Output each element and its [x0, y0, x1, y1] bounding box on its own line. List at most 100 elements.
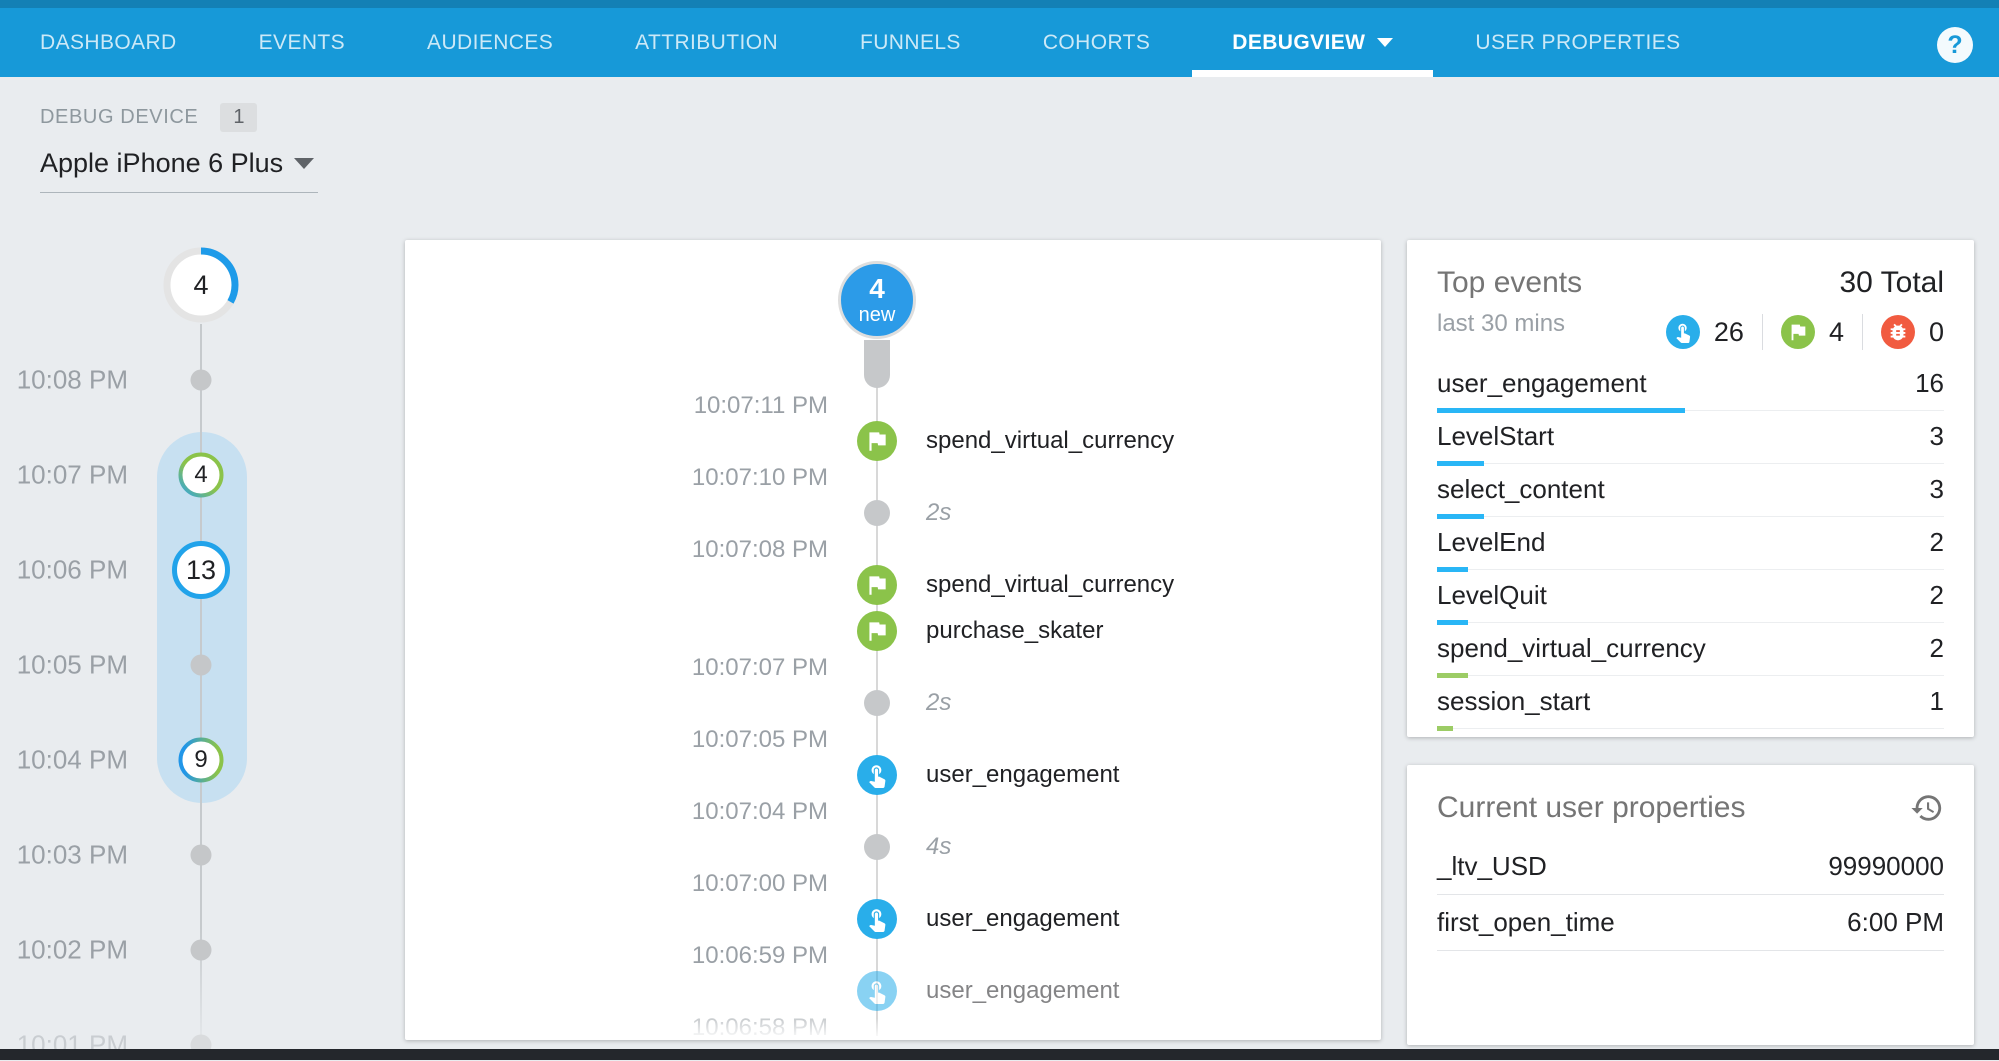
top-event-row[interactable]: spend_virtual_currency 2	[1437, 631, 1944, 684]
nav-tab-events[interactable]: EVENTS	[219, 8, 385, 77]
top-event-name: user_engagement	[1437, 368, 1647, 399]
top-event-row[interactable]: LevelEnd 2	[1437, 525, 1944, 578]
device-select-dropdown[interactable]: Apple iPhone 6 Plus	[40, 148, 318, 193]
stream-timestamp: 10:06:59 PM	[405, 942, 1381, 968]
nav-tab-dashboard[interactable]: DASHBOARD	[0, 8, 217, 77]
top-nav: DASHBOARDEVENTSAUDIENCESATTRIBUTIONFUNNE…	[0, 0, 1999, 77]
user-properties-card: Current user properties _ltv_USD 9999000…	[1407, 765, 1974, 1045]
user-properties-title: Current user properties	[1437, 791, 1745, 825]
minute-count-circle[interactable]: 9	[177, 736, 225, 784]
top-event-bar	[1437, 567, 1468, 572]
top-event-bar	[1437, 673, 1468, 678]
stream-event-row[interactable]: spend_virtual_currency	[405, 418, 1381, 464]
flag-icon	[1781, 315, 1815, 349]
minute-dot[interactable]	[191, 370, 212, 391]
minute-count: 9	[177, 736, 225, 784]
top-event-track	[1437, 516, 1944, 517]
stream-timestamp: 10:07:04 PM	[405, 798, 1381, 824]
new-events-badge[interactable]: 4 new	[838, 261, 916, 339]
minute-count: 13	[171, 540, 231, 600]
top-event-count: 2	[1930, 580, 1944, 611]
top-event-track	[1437, 463, 1944, 464]
nav-tab-funnels[interactable]: FUNNELS	[820, 8, 1001, 77]
top-event-count: 2	[1930, 633, 1944, 664]
top-event-bar	[1437, 514, 1484, 519]
user-property-name: _ltv_USD	[1437, 851, 1547, 882]
gap-dot-icon	[864, 690, 890, 716]
top-event-bar	[1437, 461, 1484, 466]
nav-tab-audiences[interactable]: AUDIENCES	[387, 8, 593, 77]
nav-tab-debugview[interactable]: DEBUGVIEW	[1192, 8, 1433, 77]
tap-icon	[864, 906, 890, 932]
minute-count-circle[interactable]: 4	[177, 451, 225, 499]
minute-time-label: 10:06 PM	[0, 555, 128, 586]
gap-dot-icon	[864, 834, 890, 860]
stream-event-row[interactable]: user_engagement	[405, 752, 1381, 798]
top-event-row[interactable]: session_start 1	[1437, 684, 1944, 737]
user-property-row[interactable]: _ltv_USD 99990000	[1437, 839, 1944, 895]
top-event-count: 3	[1930, 421, 1944, 452]
tap-icon	[857, 755, 897, 795]
top-event-count: 1	[1930, 686, 1944, 717]
top-event-row[interactable]: LevelQuit 2	[1437, 578, 1944, 631]
flag-icon	[1787, 321, 1809, 343]
user-properties-list: _ltv_USD 99990000first_open_time 6:00 PM	[1437, 839, 1944, 951]
minute-time-label: 10:07 PM	[0, 460, 128, 491]
chevron-down-icon	[294, 158, 314, 169]
current-minute-count: 4	[161, 245, 241, 325]
gap-dot-icon	[864, 500, 890, 526]
top-event-row[interactable]: LevelStart 3	[1437, 419, 1944, 472]
window-top-edge	[0, 0, 1999, 8]
stream-event-name: user_engagement	[926, 977, 1381, 1005]
top-event-track	[1437, 622, 1944, 623]
flag-icon	[857, 421, 897, 461]
minute-dot[interactable]	[191, 940, 212, 961]
top-event-track	[1437, 569, 1944, 570]
window-bottom-edge	[0, 1049, 1999, 1060]
debug-device-section: DEBUG DEVICE 1 Apple iPhone 6 Plus	[40, 103, 318, 193]
debug-device-label: DEBUG DEVICE	[40, 106, 198, 129]
top-events-title: Top events	[1437, 266, 1582, 300]
summary-divider	[1862, 314, 1863, 350]
stream-gap-row: 4s	[405, 824, 1381, 870]
flag-icon	[857, 565, 897, 605]
tap-icon	[857, 899, 897, 939]
top-event-count: 16	[1915, 368, 1944, 399]
tap-icon	[857, 971, 897, 1011]
top-events-card: Top events last 30 mins 30 Total 26 4 0 …	[1407, 240, 1974, 737]
minute-count-circle[interactable]: 13	[171, 540, 231, 600]
stream-gap-row: 2s	[405, 680, 1381, 726]
bug-icon	[1887, 321, 1909, 343]
top-event-row[interactable]: user_engagement 16	[1437, 366, 1944, 419]
minute-time-label: 10:08 PM	[0, 365, 128, 396]
tap-icon	[1672, 321, 1694, 343]
device-select-value: Apple iPhone 6 Plus	[40, 148, 283, 178]
gap-duration: 2s	[926, 689, 1381, 717]
stream-event-name: spend_virtual_currency	[926, 427, 1381, 455]
stream-gap-row: 2s	[405, 490, 1381, 536]
top-event-row[interactable]: select_content 3	[1437, 472, 1944, 525]
minute-time-label: 10:05 PM	[0, 650, 128, 681]
top-event-bar	[1437, 408, 1685, 413]
nav-tab-attribution[interactable]: ATTRIBUTION	[595, 8, 818, 77]
nav-tabs: DASHBOARDEVENTSAUDIENCESATTRIBUTIONFUNNE…	[0, 8, 1721, 77]
stream-event-row[interactable]: user_engagement	[405, 968, 1381, 1014]
top-event-name: LevelStart	[1437, 421, 1554, 452]
user-property-value: 99990000	[1828, 851, 1944, 882]
nav-tab-cohorts[interactable]: COHORTS	[1003, 8, 1190, 77]
top-events-subtitle: last 30 mins	[1437, 310, 1582, 338]
stream-event-row[interactable]: purchase_skater	[405, 608, 1381, 654]
user-property-row[interactable]: first_open_time 6:00 PM	[1437, 895, 1944, 951]
minute-dot[interactable]	[191, 845, 212, 866]
nav-tab-user-properties[interactable]: USER PROPERTIES	[1435, 8, 1720, 77]
event-stream-card: 4 new 10:07:11 PM spend_virtual_currency…	[405, 240, 1381, 1040]
timeline-current-minute-bubble[interactable]: 4	[161, 245, 241, 325]
stream-event-name: user_engagement	[926, 761, 1381, 789]
stream-event-row[interactable]: spend_virtual_currency	[405, 562, 1381, 608]
minute-time-label: 10:03 PM	[0, 840, 128, 871]
history-icon[interactable]	[1910, 791, 1944, 825]
restore-icon	[1910, 791, 1944, 825]
minute-dot[interactable]	[191, 655, 212, 676]
help-icon[interactable]: ?	[1937, 27, 1973, 63]
stream-event-row[interactable]: user_engagement	[405, 896, 1381, 942]
